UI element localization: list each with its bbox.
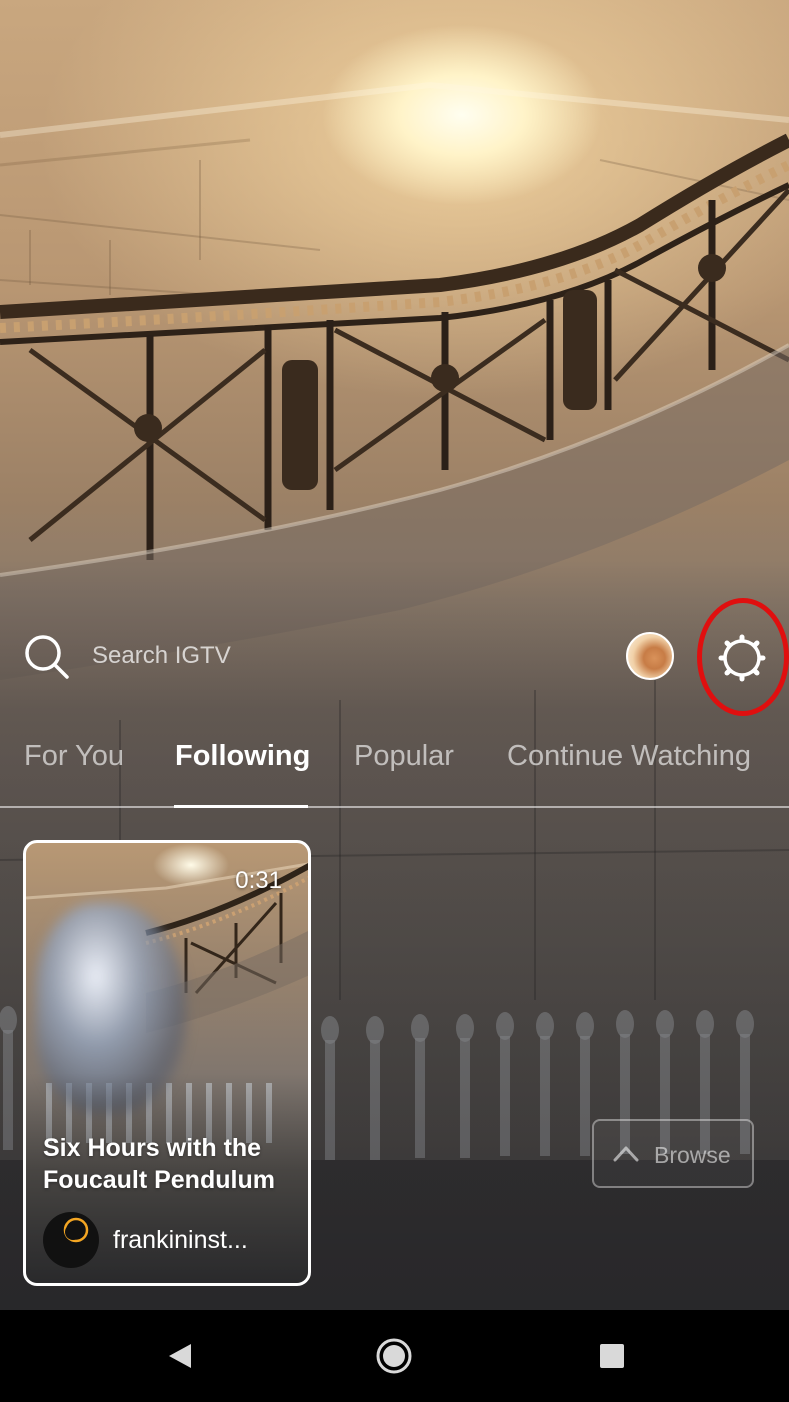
gear-icon[interactable] — [712, 628, 772, 688]
video-card[interactable]: 0:31 Six Hours with the Foucault Pendulu… — [23, 840, 311, 1286]
chevron-up-icon — [613, 1146, 639, 1162]
franklin-logo-icon — [63, 1217, 89, 1243]
channel-avatar[interactable] — [43, 1212, 99, 1268]
tab-for-you[interactable]: For You — [24, 740, 124, 800]
back-triangle-icon[interactable] — [160, 1336, 200, 1376]
tab-bar: For You Following Popular Continue Watch… — [0, 730, 789, 808]
video-title: Six Hours with the Foucault Pendulum — [43, 1134, 275, 1194]
system-nav-bar — [0, 1310, 789, 1402]
search-bar — [0, 598, 789, 716]
channel-name[interactable]: frankininst... — [113, 1226, 303, 1255]
tab-following[interactable]: Following — [175, 740, 310, 800]
tab-popular[interactable]: Popular — [354, 740, 454, 800]
avatar[interactable] — [626, 632, 674, 680]
tab-continue-watching[interactable]: Continue Watching — [507, 740, 751, 800]
search-icon[interactable] — [22, 632, 70, 680]
search-input[interactable] — [92, 636, 392, 676]
home-circle-icon[interactable] — [374, 1336, 414, 1376]
recents-square-icon[interactable] — [592, 1336, 632, 1376]
browse-button[interactable]: Browse — [592, 1119, 754, 1188]
video-duration: 0:31 — [235, 867, 282, 894]
tabs-divider — [0, 806, 789, 808]
browse-label: Browse — [654, 1142, 731, 1168]
